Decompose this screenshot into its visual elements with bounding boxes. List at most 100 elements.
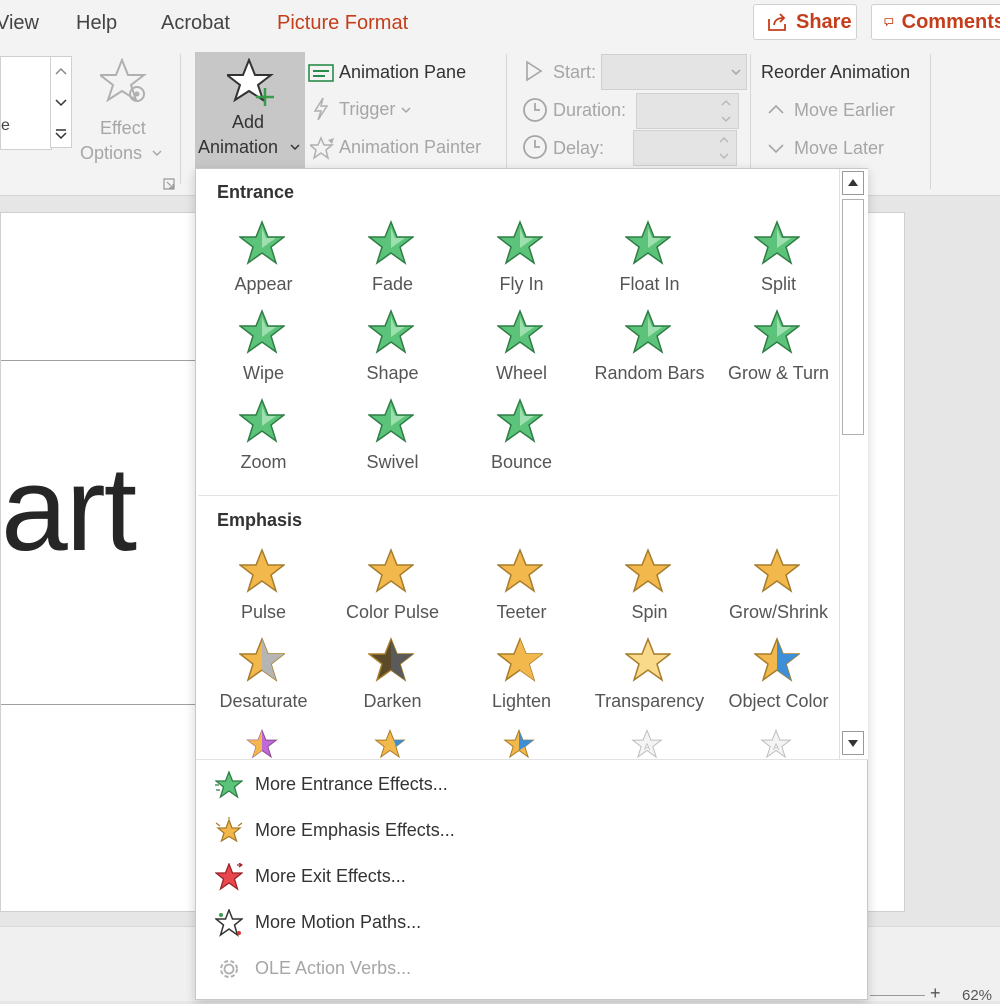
emphasis-item-desaturate[interactable]: Desaturate — [199, 635, 328, 724]
zoom-level[interactable]: 62% — [962, 987, 992, 1004]
more-entrance-effects[interactable]: More Entrance Effects... — [196, 762, 868, 808]
tab-acrobat[interactable]: Acrobat — [161, 12, 230, 35]
entrance-item-grow-turn[interactable]: Grow & Turn — [714, 307, 840, 396]
motion-path-star-icon — [215, 909, 243, 937]
emphasis-item-transparency[interactable]: Transparency — [585, 635, 714, 724]
chevron-down-icon[interactable] — [55, 99, 67, 107]
animation-gallery[interactable]: e — [0, 56, 52, 150]
complementary-color-star-icon[interactable] — [367, 729, 413, 759]
slide-text: art — [1, 442, 137, 576]
chevron-down-icon — [401, 107, 411, 114]
line-color-star-icon[interactable] — [496, 729, 542, 759]
emphasis-item-object-color[interactable]: Object Color — [714, 635, 840, 724]
tab-picture-format[interactable]: Picture Format — [277, 12, 408, 35]
brush-color-star-icon[interactable] — [239, 729, 285, 759]
entrance-item-appear[interactable]: Appear — [199, 218, 328, 307]
emphasis-item-label: Darken — [363, 691, 422, 711]
section-divider — [198, 495, 838, 496]
slide-text-box[interactable]: art — [1, 360, 197, 705]
more-exit-effects[interactable]: More Exit Effects... — [196, 854, 868, 900]
entrance-item-split[interactable]: Split — [714, 218, 840, 307]
trigger-label: Trigger — [339, 99, 396, 119]
emphasis-item-grow-shrink[interactable]: Grow/Shrink — [714, 546, 840, 635]
emphasis-item-pulse[interactable]: Pulse — [199, 546, 328, 635]
start-label: Start: — [553, 62, 597, 82]
delay-clock-icon — [523, 135, 547, 159]
comments-button[interactable]: Comments — [871, 4, 1000, 40]
entrance-item-fly-in[interactable]: Fly In — [457, 218, 586, 307]
emphasis-item-lighten[interactable]: Lighten — [457, 635, 586, 724]
emphasis-item-darken[interactable]: Darken — [328, 635, 457, 724]
emphasis-item-label: Grow/Shrink — [728, 602, 829, 622]
entrance-item-float-in[interactable]: Float In — [585, 218, 714, 307]
fade-star-icon — [368, 220, 414, 265]
more-motion-paths[interactable]: More Motion Paths... — [196, 900, 868, 946]
add-animation-button[interactable]: Add Animation — [195, 52, 305, 168]
emphasis-item-color-pulse[interactable]: Color Pulse — [328, 546, 457, 635]
chevron-down-icon — [731, 69, 741, 76]
zoom-star-icon — [239, 398, 285, 443]
delay-input[interactable] — [633, 130, 737, 166]
spinner-icon[interactable] — [721, 98, 731, 124]
entrance-item-label: Appear — [234, 274, 293, 294]
emphasis-item-label: Object Color — [728, 691, 829, 711]
pulse-star-icon — [239, 548, 285, 593]
zoom-in-button[interactable]: + — [930, 983, 941, 1004]
grow-turn-star-icon — [754, 309, 800, 354]
entrance-item-bounce[interactable]: Bounce — [457, 396, 586, 485]
triangle-down-icon — [848, 740, 858, 747]
entrance-item-shape[interactable]: Shape — [328, 307, 457, 396]
entrance-item-wheel[interactable]: Wheel — [457, 307, 586, 396]
entrance-item-label: Split — [760, 274, 796, 294]
tab-help[interactable]: Help — [76, 12, 117, 35]
menu-bar: View Help Acrobat Picture Format Share C… — [0, 0, 1000, 50]
effect-options-button[interactable]: Effect Options — [80, 56, 170, 166]
spinner-icon[interactable] — [719, 135, 729, 161]
underline-star-icon[interactable]: A — [753, 729, 799, 759]
scroll-up-button[interactable] — [842, 171, 864, 195]
entrance-item-random-bars[interactable]: Random Bars — [585, 307, 714, 396]
animation-pane-button[interactable]: Animation Pane — [308, 60, 498, 88]
animation-painter-icon — [310, 136, 335, 160]
desaturate-star-icon — [239, 637, 285, 682]
emphasis-item-spin[interactable]: Spin — [585, 546, 714, 635]
emphasis-item-label: Spin — [631, 602, 668, 622]
float-in-star-icon — [625, 220, 671, 265]
duration-input[interactable] — [636, 93, 739, 129]
move-earlier-label: Move Earlier — [794, 100, 896, 120]
chevron-up-icon[interactable] — [55, 67, 67, 75]
more-emphasis-effects[interactable]: More Emphasis Effects... — [196, 808, 868, 854]
emphasis-item-label: Pulse — [240, 602, 287, 622]
move-earlier-button[interactable]: Move Earlier — [766, 98, 916, 126]
animation-pane-icon — [308, 64, 334, 82]
emphasis-item-teeter[interactable]: Teeter — [457, 546, 586, 635]
comment-icon — [884, 18, 894, 27]
move-later-button[interactable]: Move Later — [766, 136, 916, 164]
font-color-star-icon[interactable]: A — [624, 729, 670, 759]
comments-label: Comments — [901, 10, 1000, 33]
entrance-item-swivel[interactable]: Swivel — [328, 396, 457, 485]
lightning-icon — [313, 97, 329, 121]
animation-painter-button[interactable]: Animation Painter — [308, 135, 498, 163]
teeter-star-icon — [497, 548, 543, 593]
gallery-scrollbar[interactable] — [839, 169, 868, 759]
swivel-star-icon — [368, 398, 414, 443]
dialog-launcher-icon[interactable] — [163, 178, 175, 190]
gallery-expand-icon[interactable] — [55, 129, 67, 139]
gear-icon — [220, 960, 238, 978]
entrance-item-fade[interactable]: Fade — [328, 218, 457, 307]
animation-painter-label: Animation Painter — [339, 137, 482, 157]
ole-action-verbs[interactable]: OLE Action Verbs... — [196, 946, 868, 992]
entrance-item-wipe[interactable]: Wipe — [199, 307, 328, 396]
share-button[interactable]: Share — [753, 4, 857, 40]
tab-view[interactable]: View — [0, 12, 39, 35]
start-select[interactable] — [601, 54, 747, 90]
entrance-item-zoom[interactable]: Zoom — [199, 396, 328, 485]
scroll-down-button[interactable] — [842, 731, 864, 755]
trigger-button[interactable]: Trigger — [308, 97, 428, 125]
zoom-slider[interactable] — [870, 995, 925, 996]
more-emphasis-label: More Emphasis Effects... — [255, 820, 455, 840]
lighten-star-icon — [497, 637, 543, 682]
scroll-thumb[interactable] — [842, 199, 864, 435]
emphasis-item-label: Color Pulse — [345, 602, 440, 622]
